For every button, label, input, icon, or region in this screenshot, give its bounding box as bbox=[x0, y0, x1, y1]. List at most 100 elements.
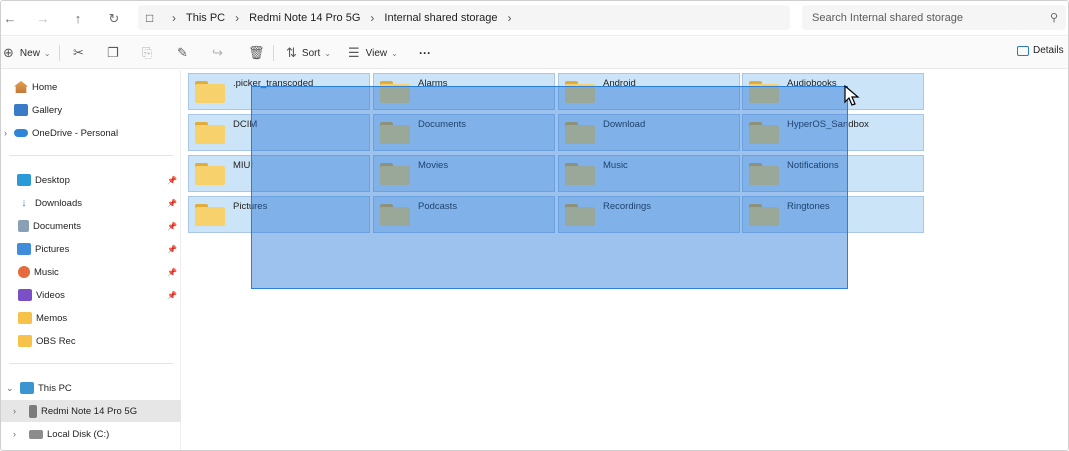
scissors-icon: ✂ bbox=[73, 45, 84, 60]
toolbar-divider bbox=[273, 45, 274, 61]
music-icon bbox=[18, 266, 30, 278]
sidebar-item-pictures[interactable]: Pictures 📌 bbox=[1, 238, 181, 260]
home-icon bbox=[14, 81, 28, 93]
sidebar-item-label: Gallery bbox=[32, 104, 63, 116]
sidebar-item-label: Pictures bbox=[35, 243, 70, 255]
sidebar-item-gallery[interactable]: Gallery bbox=[1, 99, 181, 121]
toolbar-divider bbox=[59, 45, 60, 61]
breadcrumb-this-pc[interactable]: This PC bbox=[186, 12, 225, 24]
more-options-button[interactable]: ··· bbox=[419, 45, 431, 61]
copy-button[interactable]: ❐ bbox=[107, 45, 119, 61]
phone-icon bbox=[29, 404, 37, 418]
sidebar-item-home[interactable]: Home bbox=[1, 76, 181, 98]
view-label: View bbox=[365, 47, 388, 59]
copy-icon: ❐ bbox=[107, 45, 119, 60]
paste-button[interactable]: ⎘ bbox=[142, 45, 152, 61]
search-input[interactable] bbox=[812, 11, 1032, 24]
folder-icon bbox=[195, 121, 225, 144]
sidebar-item-label: Downloads bbox=[35, 197, 82, 209]
chevron-right-icon[interactable]: › bbox=[172, 11, 176, 25]
folder-icon bbox=[195, 80, 225, 103]
clipboard-icon: ⎘ bbox=[142, 45, 153, 60]
sidebar-item-this-pc[interactable]: ⌄ This PC bbox=[1, 377, 181, 399]
chevron-down-icon: ⌄ bbox=[43, 48, 51, 58]
chevron-right-icon[interactable]: › bbox=[13, 406, 16, 416]
sidebar-item-obs-rec[interactable]: OBS Rec bbox=[1, 330, 181, 352]
refresh-icon[interactable]: ↻ bbox=[105, 10, 123, 28]
sidebar-item-music[interactable]: Music 📌 bbox=[1, 261, 181, 283]
mouse-cursor-icon bbox=[844, 85, 860, 106]
sidebar-item-label: Home bbox=[32, 81, 58, 93]
breadcrumb-storage[interactable]: Internal shared storage bbox=[384, 12, 497, 24]
onedrive-icon bbox=[14, 129, 28, 137]
view-button[interactable]: ☰ View ⌄ bbox=[348, 45, 398, 61]
search-icon[interactable]: ⚲ bbox=[1050, 11, 1058, 24]
sidebar-item-onedrive[interactable]: › OneDrive - Personal bbox=[1, 122, 181, 144]
share-button[interactable]: ↪ bbox=[212, 45, 223, 61]
details-label: Details bbox=[1033, 45, 1064, 56]
sort-arrows-icon: ⇅ bbox=[286, 45, 297, 60]
pin-icon[interactable]: 📌 bbox=[167, 268, 177, 277]
details-pane-icon bbox=[1017, 45, 1029, 56]
sidebar-divider bbox=[9, 363, 173, 364]
details-button[interactable]: Details bbox=[1017, 45, 1064, 56]
sidebar-item-label: OneDrive - Personal bbox=[32, 127, 119, 139]
desktop-icon bbox=[17, 174, 31, 186]
sidebar-item-label: Documents bbox=[33, 220, 82, 232]
sidebar-item-memos[interactable]: Memos bbox=[1, 307, 181, 329]
sidebar-item-label: Music bbox=[34, 266, 59, 278]
file-explorer-window: ← → ↑ ↻ □ › This PC › Redmi Note 14 Pro … bbox=[0, 0, 1069, 451]
folder-icon bbox=[18, 312, 32, 324]
sidebar-divider bbox=[9, 155, 173, 156]
sidebar-item-label: This PC bbox=[38, 382, 72, 394]
gallery-icon bbox=[14, 104, 28, 116]
rename-button[interactable]: ✎ bbox=[177, 45, 188, 61]
downloads-icon: ↓ bbox=[21, 197, 27, 209]
sidebar-item-documents[interactable]: Documents 📌 bbox=[1, 215, 181, 237]
pictures-icon bbox=[17, 243, 31, 255]
back-arrow-icon[interactable]: ← bbox=[1, 10, 19, 28]
delete-button[interactable]: 🗑 bbox=[248, 45, 265, 61]
sidebar-item-desktop[interactable]: Desktop 📌 bbox=[1, 169, 181, 191]
sidebar-item-label: Videos bbox=[36, 289, 65, 301]
drag-selection-rectangle bbox=[251, 86, 848, 289]
pin-icon[interactable]: 📌 bbox=[167, 245, 177, 254]
sort-button[interactable]: ⇅ Sort ⌄ bbox=[286, 45, 331, 61]
pin-icon[interactable]: 📌 bbox=[167, 176, 177, 185]
sidebar-item-label: Local Disk (C:) bbox=[47, 428, 110, 440]
chevron-down-icon: ⌄ bbox=[324, 48, 331, 58]
breadcrumb-device[interactable]: Redmi Note 14 Pro 5G bbox=[249, 12, 360, 24]
address-box[interactable]: □ › This PC › Redmi Note 14 Pro 5G › Int… bbox=[138, 5, 790, 30]
forward-arrow-icon[interactable]: → bbox=[34, 10, 52, 28]
chevron-right-icon[interactable]: › bbox=[235, 11, 239, 25]
up-arrow-icon[interactable]: ↑ bbox=[69, 10, 87, 28]
sidebar-item-label: Redmi Note 14 Pro 5G bbox=[41, 405, 138, 417]
pin-icon[interactable]: 📌 bbox=[167, 199, 177, 208]
cut-button[interactable]: ✂ bbox=[73, 45, 84, 61]
sidebar-item-videos[interactable]: Videos 📌 bbox=[1, 284, 181, 306]
sidebar-item-redmi-phone[interactable]: › Redmi Note 14 Pro 5G bbox=[1, 400, 181, 422]
new-button[interactable]: ⊕ New ⌄ bbox=[3, 45, 51, 61]
folder-icon bbox=[195, 162, 225, 185]
sidebar-item-label: OBS Rec bbox=[36, 335, 76, 347]
videos-icon bbox=[18, 289, 32, 301]
sidebar-item-label: Memos bbox=[36, 312, 68, 324]
address-bar-row: ← → ↑ ↻ □ › This PC › Redmi Note 14 Pro … bbox=[1, 1, 1068, 36]
folder-icon bbox=[18, 335, 32, 347]
view-list-icon: ☰ bbox=[348, 45, 360, 60]
sidebar-item-local-disk[interactable]: › Local Disk (C:) bbox=[1, 423, 181, 445]
chevron-right-icon[interactable]: › bbox=[370, 11, 374, 25]
chevron-right-icon[interactable]: › bbox=[13, 429, 16, 439]
chevron-right-icon[interactable]: › bbox=[4, 128, 7, 138]
share-icon: ↪ bbox=[212, 45, 223, 60]
pin-icon[interactable]: 📌 bbox=[167, 222, 177, 231]
this-pc-icon bbox=[20, 382, 34, 394]
chevron-down-icon[interactable]: ⌄ bbox=[6, 383, 14, 394]
sidebar-item-downloads[interactable]: ↓ Downloads 📌 bbox=[1, 192, 181, 214]
search-box[interactable]: ⚲ bbox=[802, 5, 1066, 30]
sort-label: Sort bbox=[301, 47, 321, 59]
documents-icon bbox=[18, 220, 29, 232]
trash-icon: 🗑 bbox=[248, 45, 265, 60]
pin-icon[interactable]: 📌 bbox=[167, 291, 177, 300]
chevron-right-icon[interactable]: › bbox=[508, 11, 512, 25]
